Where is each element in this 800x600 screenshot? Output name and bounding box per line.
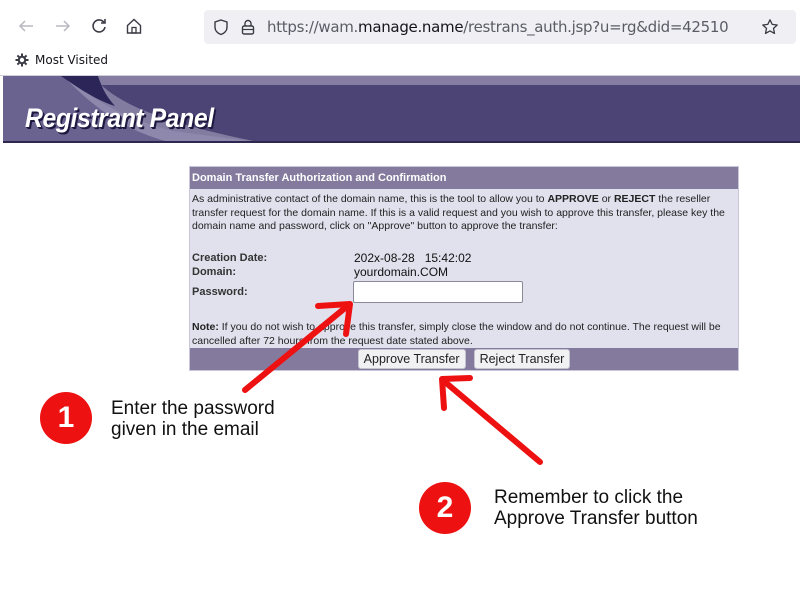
url-text[interactable]: https://wam.manage.name/restrans_auth.js… xyxy=(267,18,729,36)
password-row: Password: xyxy=(192,286,248,298)
panel-note: Note: If you do not wish to approve this… xyxy=(192,321,737,348)
shield-icon[interactable] xyxy=(212,18,230,36)
intro-reject: REJECT xyxy=(613,193,656,205)
registrant-banner: Registrant Panel xyxy=(3,76,800,143)
banner-bottom-border xyxy=(3,141,800,143)
arrow-right-icon xyxy=(56,20,71,32)
reload-icon xyxy=(92,19,106,33)
domain-label: Domain: xyxy=(192,266,236,278)
password-input[interactable] xyxy=(353,281,523,303)
step-1-line-1: Enter the password xyxy=(111,398,275,419)
forward-button[interactable] xyxy=(51,14,75,38)
bookmark-label: Most Visited xyxy=(35,53,109,67)
reject-transfer-button[interactable]: Reject Transfer xyxy=(473,349,571,369)
banner-title: Registrant Panel xyxy=(25,103,214,133)
step-1-line-2: given in the email xyxy=(111,419,259,440)
home-button[interactable] xyxy=(122,14,146,38)
panel-footer: Approve Transfer Reject Transfer xyxy=(190,348,738,370)
approve-transfer-button[interactable]: Approve Transfer xyxy=(357,349,466,369)
step-2-line-2: Approve Transfer button xyxy=(494,508,698,529)
password-label: Password: xyxy=(192,286,248,298)
bookmarks-toolbar: Most Visited xyxy=(0,50,800,74)
panel-intro: As administrative contact of the domain … xyxy=(192,193,737,234)
url-path: /restrans_auth.jsp?u=rg&did=42510 xyxy=(463,18,729,36)
note-label: Note: xyxy=(192,321,219,333)
url-bar[interactable]: https://wam.manage.name/restrans_auth.js… xyxy=(204,10,796,44)
lock-icon[interactable] xyxy=(239,18,257,36)
url-host: manage.name xyxy=(358,18,464,36)
arrow-left-icon xyxy=(18,20,33,32)
step-2-badge: 2 xyxy=(419,482,471,534)
intro-or: or xyxy=(598,193,614,205)
creation-date-value: 202x-08-28 15:42:02 xyxy=(354,251,472,265)
intro-approve: APPROVE xyxy=(547,193,599,205)
back-button[interactable] xyxy=(14,14,38,38)
intro-text: As administrative contact of the domain … xyxy=(192,193,548,205)
gear-icon xyxy=(15,53,29,67)
step-1-text: Enter the password given in the email xyxy=(111,398,275,440)
note-text: If you do not wish to approve this trans… xyxy=(192,321,721,347)
panel-header: Domain Transfer Authorization and Confir… xyxy=(190,167,738,189)
step-1-badge: 1 xyxy=(40,392,92,444)
browser-toolbar: https://wam.manage.name/restrans_auth.js… xyxy=(0,0,800,50)
step-2-line-1: Remember to click the xyxy=(494,487,684,508)
reload-button[interactable] xyxy=(87,14,111,38)
domain-row: Domain: xyxy=(192,266,236,278)
bookmark-most-visited[interactable]: Most Visited xyxy=(15,53,108,67)
url-prefix: https://wam. xyxy=(267,18,359,36)
home-icon xyxy=(126,18,142,34)
step-2-text: Remember to click the Approve Transfer b… xyxy=(494,487,698,529)
creation-date-row: Creation Date: xyxy=(192,252,267,264)
star-icon[interactable] xyxy=(761,18,779,36)
transfer-auth-panel: Domain Transfer Authorization and Confir… xyxy=(189,166,739,371)
arrow-to-approve-icon xyxy=(439,375,543,465)
domain-value: yourdomain.COM xyxy=(354,265,449,279)
creation-date-label: Creation Date: xyxy=(192,252,268,264)
